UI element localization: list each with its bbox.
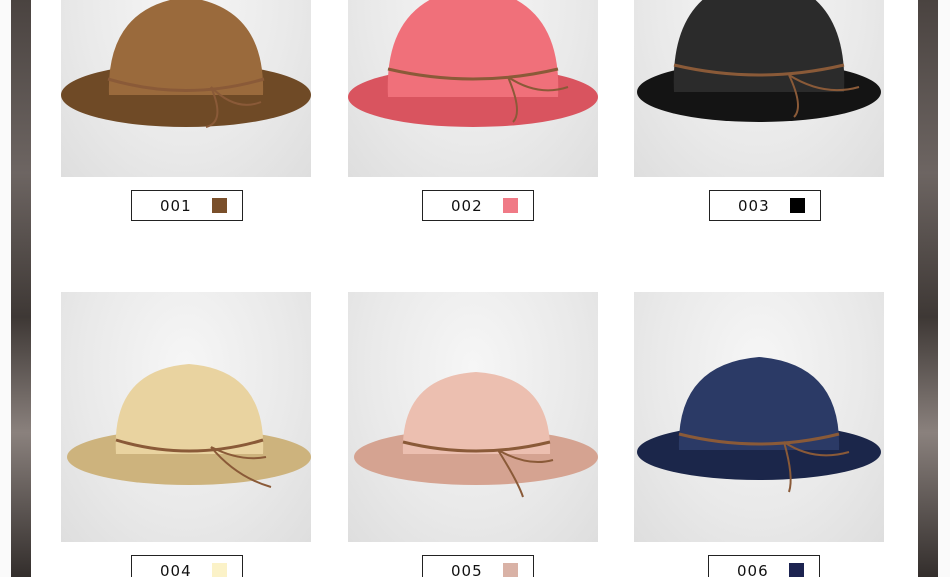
color-label-004[interactable]: 004 <box>131 555 243 577</box>
product-card-006[interactable] <box>634 292 884 542</box>
straw-hat-icon <box>61 0 311 128</box>
product-photo[interactable] <box>61 0 311 177</box>
straw-hat-icon <box>354 372 598 498</box>
product-code: 005 <box>451 561 483 577</box>
color-swatch <box>789 563 804 577</box>
straw-hat-icon <box>637 0 881 122</box>
product-card-004[interactable] <box>61 292 311 542</box>
page-edge-right <box>938 0 950 577</box>
color-label-006[interactable]: 006 <box>708 555 820 577</box>
straw-hat-icon <box>348 0 598 127</box>
color-label-001[interactable]: 001 <box>131 190 243 221</box>
product-card-001[interactable] <box>61 0 311 177</box>
color-label-002[interactable]: 002 <box>422 190 534 221</box>
straw-hat-icon <box>67 364 311 488</box>
color-swatch <box>212 563 227 577</box>
color-swatch <box>212 198 227 213</box>
product-photo[interactable] <box>61 292 311 542</box>
product-photo[interactable] <box>634 0 884 177</box>
color-swatch <box>503 563 518 577</box>
product-code: 002 <box>451 196 483 215</box>
product-photo[interactable] <box>634 292 884 542</box>
product-photo[interactable] <box>348 0 598 177</box>
product-code: 003 <box>738 196 770 215</box>
product-card-005[interactable] <box>348 292 598 542</box>
product-code: 006 <box>737 561 769 577</box>
color-swatch <box>790 198 805 213</box>
background-photo-strip-left <box>11 0 31 577</box>
product-color-grid: 001 002 003 004 005 006 <box>31 0 918 577</box>
straw-hat-icon <box>637 357 881 493</box>
product-card-002[interactable] <box>348 0 598 177</box>
page-edge-left <box>0 0 11 577</box>
color-label-005[interactable]: 005 <box>422 555 534 577</box>
product-card-003[interactable] <box>634 0 884 177</box>
background-photo-strip-right <box>918 0 938 577</box>
product-code: 004 <box>160 561 192 577</box>
product-code: 001 <box>160 196 192 215</box>
product-photo[interactable] <box>348 292 598 542</box>
color-swatch <box>503 198 518 213</box>
color-label-003[interactable]: 003 <box>709 190 821 221</box>
